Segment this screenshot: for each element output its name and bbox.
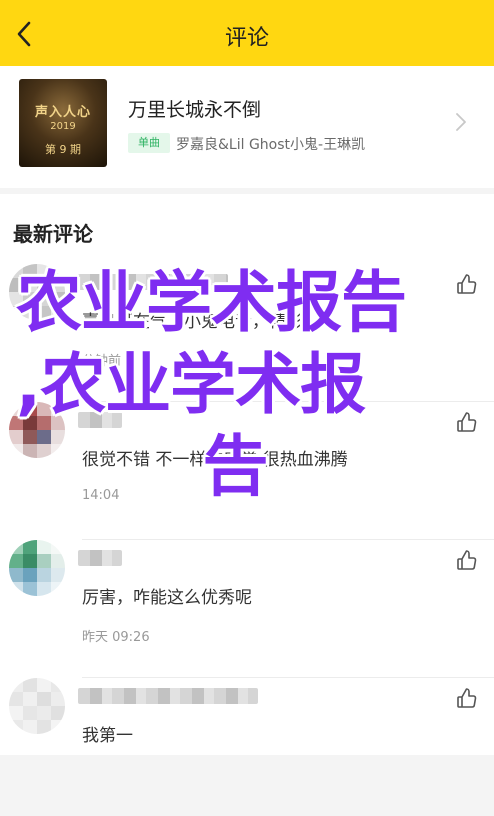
comment-text: 很觉不错 不一样的感觉 很热血沸腾 (82, 450, 348, 470)
thumbs-up-icon[interactable] (455, 272, 479, 296)
avatar[interactable] (9, 678, 65, 734)
comment-item: 很觉不错 不一样的感觉 很热血沸腾 14:04 (0, 402, 494, 540)
comment-time: 14:04 (82, 488, 120, 503)
avatar-image (9, 678, 65, 734)
comment-text: 厉害，咋能这么优秀呢 (82, 588, 252, 608)
album-cover: 声入人心 2019 第 9 期 (19, 79, 107, 167)
single-tag: 单曲 (128, 133, 170, 153)
avatar[interactable] (9, 540, 65, 596)
avatar[interactable] (9, 402, 65, 458)
username[interactable] (78, 550, 122, 566)
comment-item: 厉害，咋能这么优秀呢 昨天 09:26 (0, 540, 494, 678)
cover-logo: 声入人心 (34, 105, 91, 120)
comment-time: 分钟前 (82, 354, 122, 369)
thumbs-up-icon[interactable] (455, 686, 479, 710)
song-card[interactable]: 声入人心 2019 第 9 期 万里长城永不倒 单曲 罗嘉良&Lil Ghost… (0, 66, 494, 188)
comments-section: 最新评论 嘉良哥在气，小鬼电音，精彩 分钟前 很觉不错 不一样的感觉 很热血沸腾… (0, 194, 494, 755)
comment-time: 昨天 09:26 (82, 630, 150, 645)
username[interactable] (78, 688, 258, 704)
comment-item: 我第一 (0, 678, 494, 816)
thumbs-up-icon[interactable] (455, 410, 479, 434)
comment-text: 我第一 (82, 726, 133, 746)
username[interactable] (78, 274, 228, 290)
song-title: 万里长城永不倒 (128, 99, 262, 121)
comment-item: 嘉良哥在气，小鬼电音，精彩 分钟前 (0, 264, 494, 402)
avatar-image (9, 264, 65, 320)
top-bar: 评论 (0, 0, 494, 66)
comment-text: 嘉良哥在气，小鬼电音，精彩 (82, 312, 303, 332)
section-title: 最新评论 (13, 222, 93, 246)
thumbs-up-icon[interactable] (455, 548, 479, 572)
artist-name: 罗嘉良&Lil Ghost小鬼-王琳凯 (176, 137, 366, 153)
username[interactable] (78, 412, 122, 428)
avatar-image (9, 402, 65, 458)
cover-year: 2019 (50, 121, 76, 132)
cover-episode: 第 9 期 (45, 143, 81, 156)
chevron-right-icon[interactable] (455, 112, 467, 132)
avatar-image (9, 540, 65, 596)
avatar[interactable] (9, 264, 65, 320)
page-title: 评论 (224, 26, 269, 51)
